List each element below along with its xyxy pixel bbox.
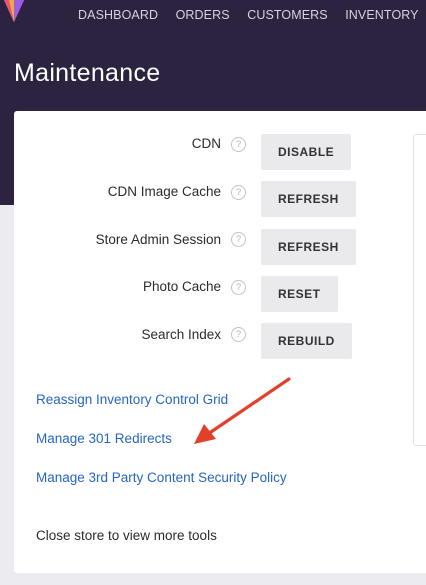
page-title: Maintenance: [14, 59, 161, 87]
side-panel: [413, 134, 426, 446]
brand-logo-icon[interactable]: [0, 0, 26, 30]
close-store-note: Close store to view more tools: [36, 528, 217, 543]
help-icon[interactable]: ?: [231, 137, 246, 152]
maintenance-card: [14, 111, 426, 573]
help-icon[interactable]: ?: [231, 185, 246, 200]
search-index-rebuild-button[interactable]: REBUILD: [261, 323, 352, 359]
cdn-disable-button[interactable]: DISABLE: [261, 134, 352, 170]
tool-label-search-index: Search Index: [141, 327, 221, 342]
store-admin-session-refresh-button[interactable]: REFRESH: [261, 229, 356, 265]
nav-item-orders[interactable]: ORDERS: [176, 8, 230, 22]
help-icon[interactable]: ?: [231, 327, 246, 342]
nav-item-inventory[interactable]: INVENTORY: [345, 8, 418, 22]
manage-301-redirects-link[interactable]: Manage 301 Redirects: [36, 431, 172, 446]
tool-label-cdn: CDN: [191, 136, 221, 151]
nav-item-dashboard[interactable]: DASHBOARD: [78, 8, 158, 22]
help-icon[interactable]: ?: [231, 232, 246, 247]
tool-label-store-admin-session: Store Admin Session: [95, 232, 221, 247]
tool-label-cdn-image-cache: CDN Image Cache: [107, 184, 221, 199]
annotation-arrow-icon: [194, 377, 291, 444]
cdn-image-cache-refresh-button[interactable]: REFRESH: [261, 181, 356, 217]
help-icon[interactable]: ?: [231, 280, 246, 295]
top-nav: DASHBOARD ORDERS CUSTOMERS INVENTORY M: [78, 0, 426, 30]
manage-csp-link[interactable]: Manage 3rd Party Content Security Policy: [36, 470, 287, 485]
nav-item-customers[interactable]: CUSTOMERS: [247, 8, 328, 22]
photo-cache-reset-button[interactable]: RESET: [261, 276, 338, 312]
tool-label-photo-cache: Photo Cache: [142, 279, 221, 294]
